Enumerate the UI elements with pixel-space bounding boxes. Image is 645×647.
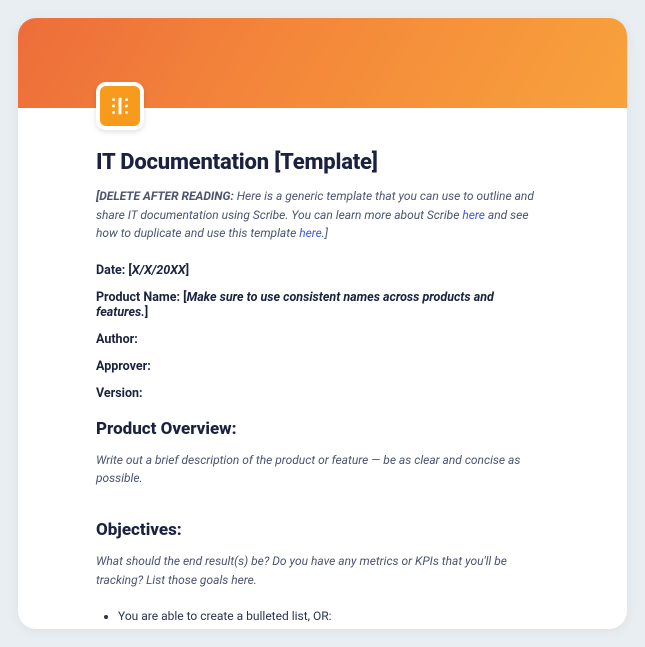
document-content: IT Documentation [Template] [DELETE AFTE… [18,130,627,629]
intro-paragraph: [DELETE AFTER READING: Here is a generic… [96,187,549,243]
document-card: IT Documentation [Template] [DELETE AFTE… [18,18,627,629]
field-approver: Approver: [96,359,549,374]
field-author: Author: [96,332,549,347]
grid-dots-icon [109,95,131,117]
intro-text-3: .] [322,226,328,240]
version-label: Version: [96,386,143,401]
scribe-link[interactable]: here [462,208,485,222]
approver-label: Approver: [96,359,151,374]
overview-description: Write out a brief description of the pro… [96,451,549,488]
product-name-suffix: ] [145,305,148,320]
objectives-description: What should the end result(s) be? Do you… [96,552,549,589]
date-value: X/X/20XX [132,263,186,278]
list-item: You are able to create a bulleted list, … [118,609,549,623]
field-date: Date: [X/X/20XX] [96,263,549,278]
overview-heading: Product Overview: [96,419,549,439]
page-title: IT Documentation [Template] [96,150,549,175]
template-link[interactable]: here [299,226,322,240]
author-label: Author: [96,332,138,347]
objectives-bullet-list: You are able to create a bulleted list, … [96,609,549,623]
field-product-name: Product Name: [Make sure to use consiste… [96,290,549,320]
date-label: Date: [ [96,263,132,278]
delete-after-reading-label: [DELETE AFTER READING: [96,189,234,203]
field-version: Version: [96,386,549,401]
product-name-label: Product Name: [ [96,290,187,305]
template-icon-badge [96,82,144,130]
date-suffix: ] [186,263,189,278]
objectives-heading: Objectives: [96,520,549,540]
